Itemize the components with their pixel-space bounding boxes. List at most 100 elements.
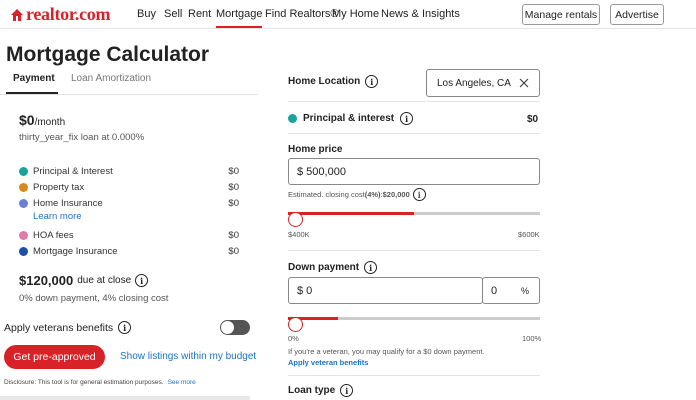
advertise-button[interactable]: Advertise	[610, 4, 664, 25]
top-navigation: realtor.com Buy Sell Rent Mortgage Find …	[0, 0, 696, 29]
nav-buy[interactable]: Buy	[137, 8, 156, 20]
home-location-label: Home Location	[288, 76, 361, 87]
info-icon[interactable]: i	[365, 75, 379, 88]
breakdown-row-mortgage-insurance: Mortgage Insurance $0	[19, 246, 239, 257]
nav-my-home[interactable]: My Home	[332, 8, 379, 20]
hoa-dot-icon	[19, 231, 28, 240]
info-icon[interactable]: i	[400, 112, 414, 125]
down-payment-label-row: Down payment i	[288, 261, 378, 274]
down-max: 100%	[522, 334, 542, 343]
breakdown-value: $0	[228, 230, 239, 241]
tab-active-indicator	[6, 92, 58, 94]
loan-type-label: Loan type	[288, 385, 336, 396]
principal-row: Principal & interest i	[288, 112, 414, 125]
breakdown-row-property-tax: Property tax $0	[19, 182, 239, 193]
home-location-input[interactable]: Los Angeles, CA	[426, 69, 540, 97]
breakdown-label: Mortgage Insurance	[33, 246, 118, 257]
nav-rent[interactable]: Rent	[188, 8, 211, 20]
principal-dot-icon	[19, 167, 28, 176]
breakdown-label: HOA fees	[33, 230, 74, 241]
down-payment-amount-input[interactable]: $ 0	[288, 277, 483, 304]
property-tax-dot-icon	[19, 183, 28, 192]
monthly-amount: $0	[19, 112, 35, 128]
principal-value: $0	[527, 114, 539, 125]
loan-type-label-row: Loan type i	[288, 384, 354, 397]
due-at-close: $120,000 due at close i	[19, 273, 149, 288]
veterans-label: Apply veterans benefits	[4, 321, 114, 334]
closing-cost-value: $20,000	[382, 190, 410, 199]
tab-loan-amortization[interactable]: Loan Amortization	[71, 73, 151, 84]
veterans-benefits: Apply veterans benefits i	[4, 321, 132, 334]
price-min: $400K	[288, 230, 310, 239]
info-icon[interactable]: i	[135, 274, 149, 287]
learn-more-link[interactable]: Learn more	[33, 211, 82, 222]
home-price-slider-handle[interactable]	[288, 212, 303, 227]
info-icon[interactable]: i	[364, 261, 378, 274]
due-suffix: due at close	[77, 275, 132, 286]
breakdown-value: $0	[228, 246, 239, 257]
down-payment-slider-handle[interactable]	[288, 317, 303, 332]
principal-dot-icon	[288, 114, 297, 123]
breakdown-label: Home Insurance	[33, 198, 103, 209]
breakdown-label: Property tax	[33, 182, 85, 193]
section-divider	[288, 133, 540, 134]
show-listings-link[interactable]: Show listings within my budget	[120, 351, 256, 362]
breakdown-value: $0	[228, 166, 239, 177]
info-icon[interactable]: i	[118, 321, 132, 334]
home-price-input[interactable]: $ 500,000	[288, 158, 540, 185]
section-divider	[288, 250, 540, 251]
tab-payment[interactable]: Payment	[13, 73, 55, 84]
info-icon[interactable]: i	[412, 188, 426, 201]
home-price-slider-fill	[288, 212, 414, 215]
tab-divider	[0, 94, 258, 95]
home-location-label-row: Home Location i	[288, 75, 379, 88]
logo-text: realtor.com	[26, 4, 111, 24]
section-divider	[288, 375, 540, 376]
due-amount: $120,000	[19, 273, 74, 288]
breakdown-row-principal: Principal & Interest $0	[19, 166, 239, 177]
panel-bottom-edge	[0, 396, 250, 400]
clear-icon[interactable]	[519, 78, 529, 88]
closing-cost-prefix: Estimated. closing cost	[288, 190, 365, 199]
get-preapproved-button[interactable]: Get pre-approved	[4, 345, 105, 369]
section-divider	[288, 101, 540, 102]
see-more-link[interactable]: See more	[168, 379, 196, 386]
disclosure: Disclosure: This tool is for general est…	[4, 379, 196, 386]
nav-news-insights[interactable]: News & Insights	[381, 8, 460, 20]
toggle-knob	[221, 321, 234, 334]
apply-veteran-link[interactable]: Apply veteran benefits	[288, 358, 368, 367]
realtor-logo[interactable]: realtor.com	[11, 4, 110, 25]
closing-cost-pct: (4%)	[364, 190, 381, 199]
closing-cost-note: Estimated. closing cost (4%) : $20,000 i	[288, 188, 426, 201]
home-insurance-dot-icon	[19, 199, 28, 208]
page-title: Mortgage Calculator	[6, 43, 210, 66]
nav-sell[interactable]: Sell	[164, 8, 182, 20]
info-icon[interactable]: i	[340, 384, 354, 397]
down-payment-label: Down payment	[288, 262, 360, 273]
loan-description: thirty_year_fix loan at 0.000%	[19, 132, 145, 143]
disclosure-text: Disclosure: This tool is for general est…	[4, 379, 164, 386]
price-max: $600K	[518, 230, 540, 239]
home-location-value: Los Angeles, CA	[437, 77, 511, 89]
down-payment-pct-value: 0	[491, 284, 498, 297]
veteran-note: If you're a veteran, you may qualify for…	[288, 347, 485, 356]
percent-symbol: %	[520, 285, 529, 296]
principal-label: Principal & interest	[303, 113, 395, 124]
breakdown-label: Principal & Interest	[33, 166, 113, 177]
home-price-label: Home price	[288, 144, 343, 155]
veterans-toggle[interactable]	[220, 320, 250, 335]
breakdown-value: $0	[228, 182, 239, 193]
breakdown-row-home-insurance: Home Insurance $0	[19, 198, 239, 209]
down-min: 0%	[288, 334, 299, 343]
manage-rentals-button[interactable]: Manage rentals	[522, 4, 600, 25]
house-logo-icon	[11, 8, 23, 21]
breakdown-row-hoa: HOA fees $0	[19, 230, 239, 241]
down-payment-percent-input[interactable]: 0 %	[482, 277, 540, 304]
nav-find-realtors[interactable]: Find Realtors®	[265, 8, 339, 20]
mortgage-insurance-dot-icon	[19, 247, 28, 256]
monthly-payment: $0 /month	[19, 112, 65, 128]
nav-mortgage[interactable]: Mortgage	[216, 8, 263, 28]
monthly-unit: /month	[34, 117, 66, 128]
breakdown-value: $0	[228, 198, 239, 209]
due-detail: 0% down payment, 4% closing cost	[19, 293, 169, 304]
